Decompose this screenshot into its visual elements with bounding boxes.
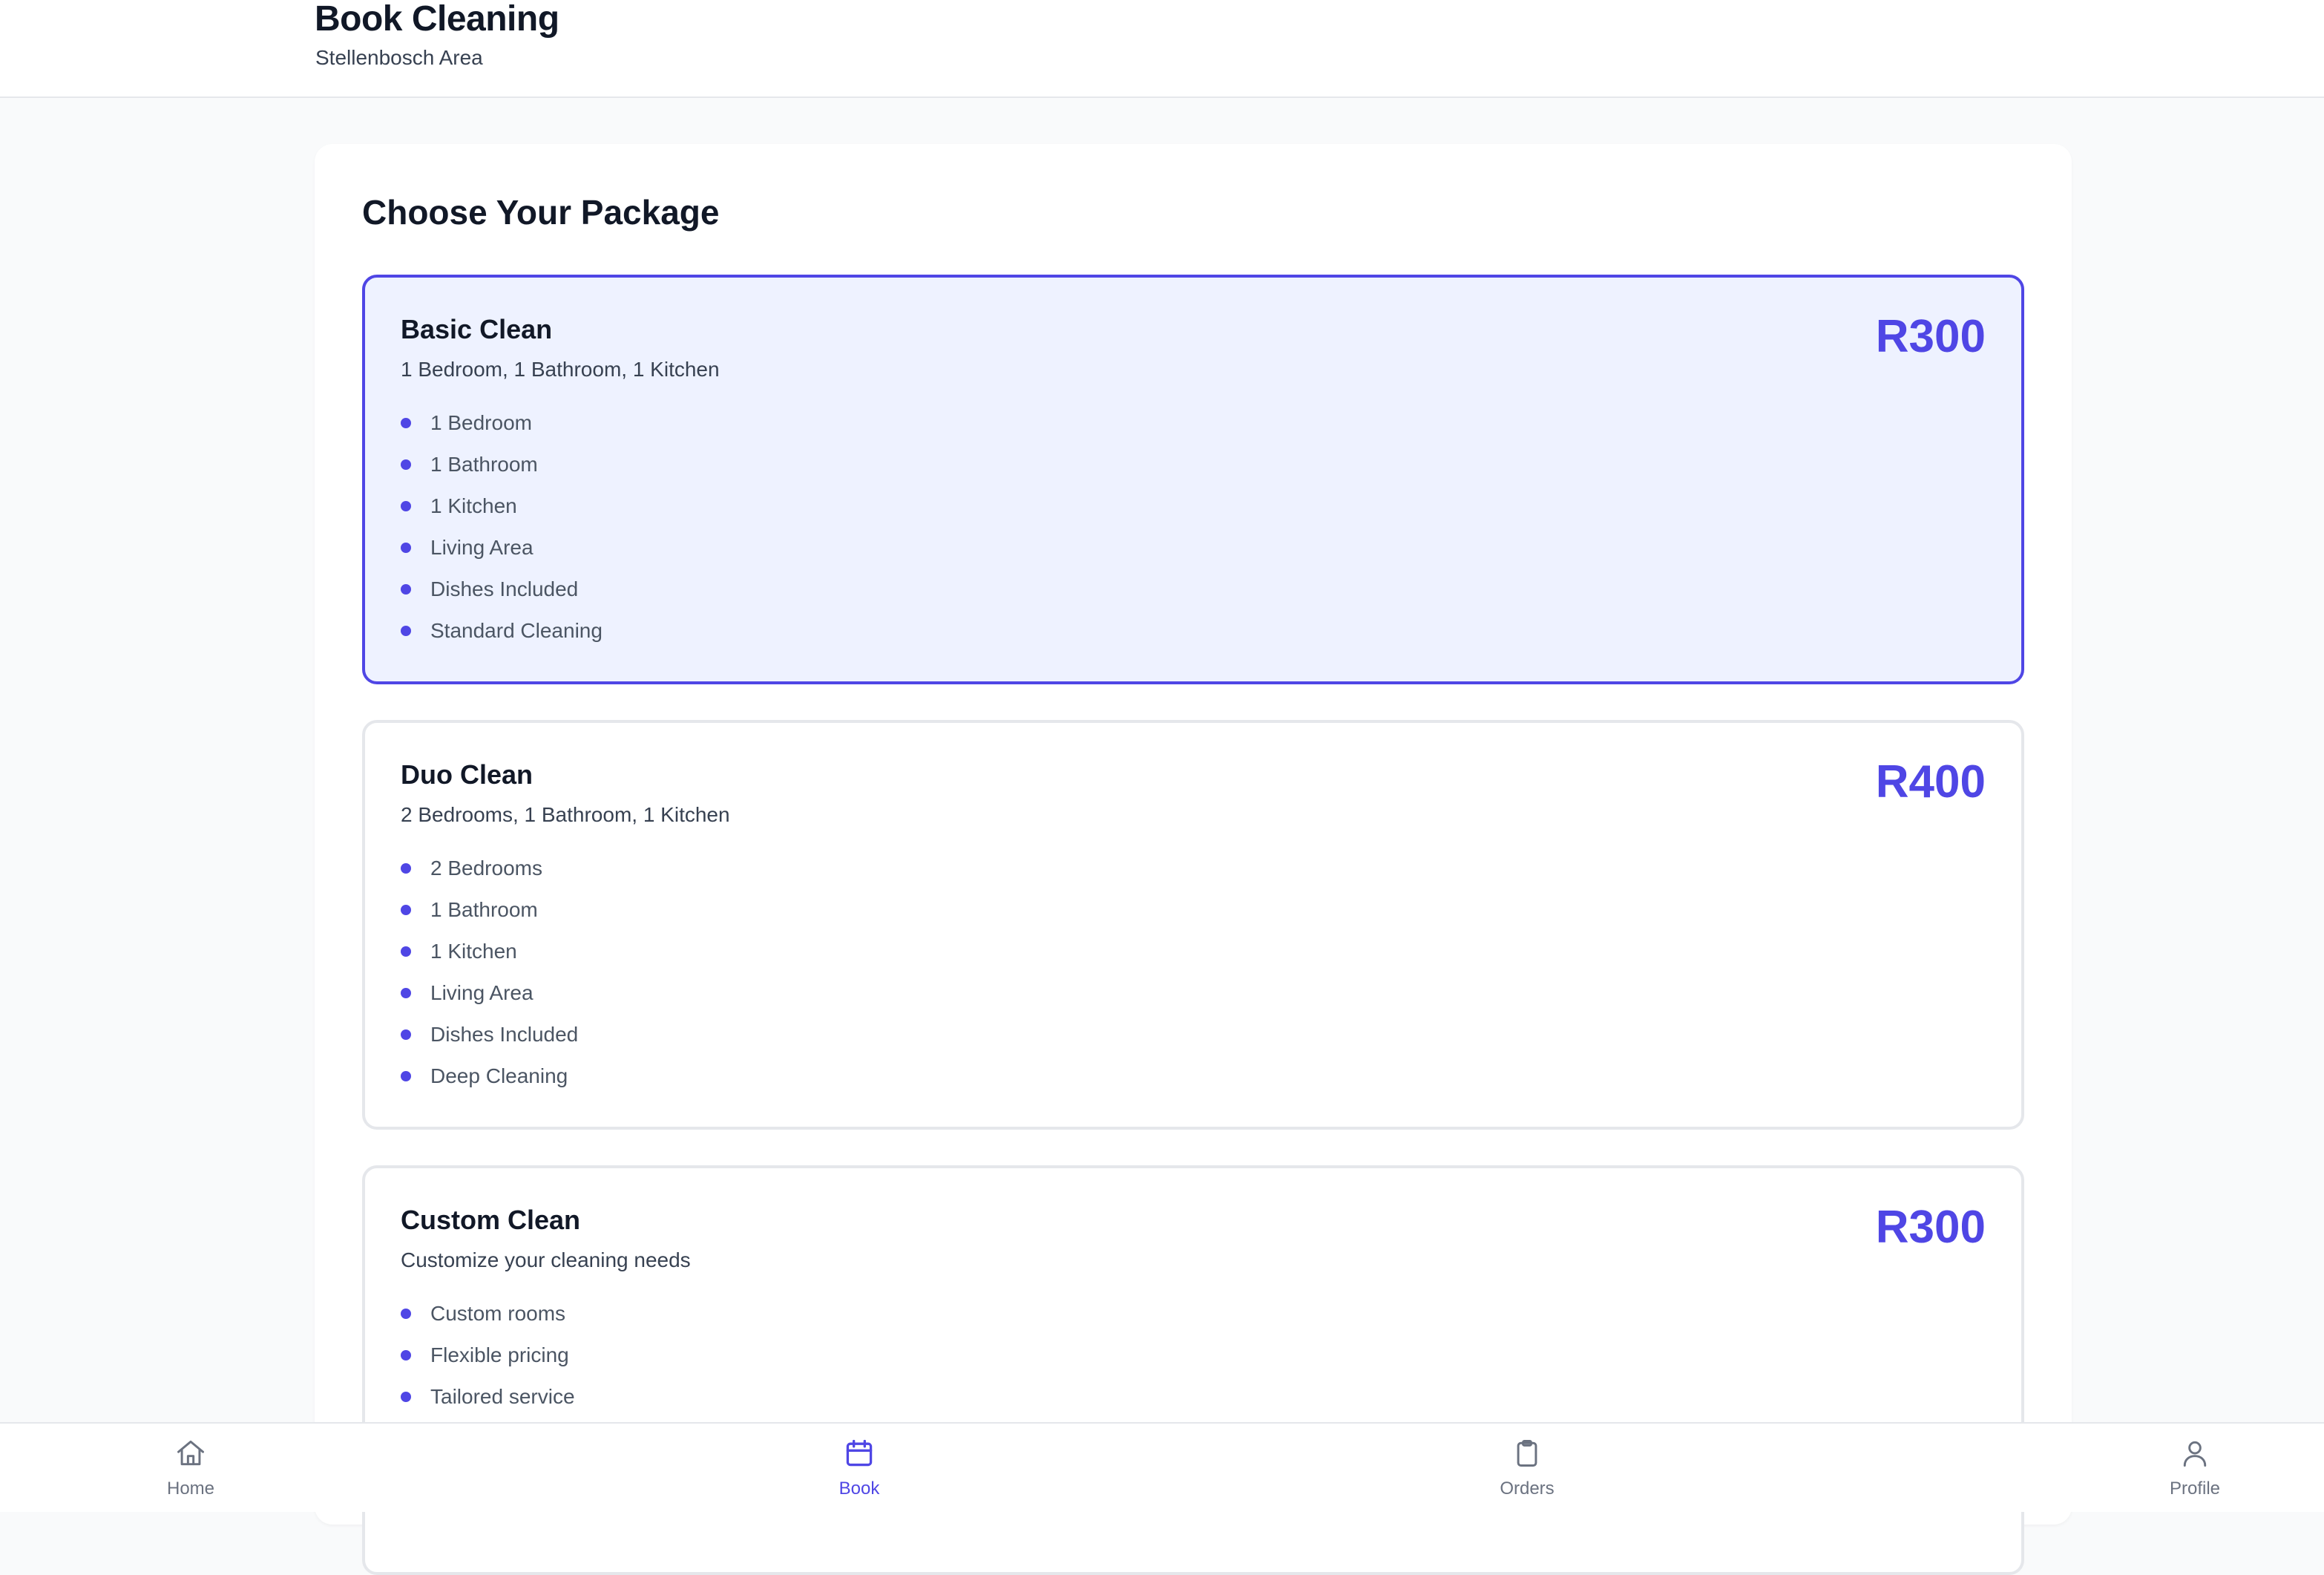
feature-list: 2 Bedrooms 1 Bathroom 1 Kitchen Living A… (401, 848, 578, 1097)
nav-label: Profile (2169, 1479, 2221, 1499)
feature-label: 1 Kitchen (430, 940, 517, 963)
package-price: R400 (1875, 756, 1986, 808)
nav-label: Orders (1500, 1479, 1555, 1499)
user-icon (2183, 1441, 2207, 1467)
feature-label: Living Area (430, 536, 534, 559)
bullet-dot-icon (401, 1309, 411, 1319)
feature-label: Living Area (430, 981, 534, 1004)
bottom-nav: Home Book Orders Profile (0, 1422, 2324, 1512)
bullet-dot-icon (401, 946, 411, 957)
feature-list: 1 Bedroom 1 Bathroom 1 Kitchen Living Ar… (401, 402, 603, 652)
package-card-custom-clean[interactable]: Custom Clean Customize your cleaning nee… (362, 1165, 2024, 1575)
feature-label: Flexible pricing (430, 1343, 569, 1366)
feature-item: 1 Bathroom (401, 444, 603, 485)
package-description: Customize your cleaning needs (401, 1248, 691, 1271)
app-header: Book Cleaning Stellenbosch Area (0, 0, 2324, 98)
bullet-dot-icon (401, 459, 411, 470)
page-title: Book Cleaning (315, 0, 559, 39)
bullet-dot-icon (401, 626, 411, 636)
feature-item: Standard Cleaning (401, 610, 603, 652)
package-name: Custom Clean (401, 1205, 581, 1235)
feature-label: Dishes Included (430, 1023, 579, 1046)
bullet-dot-icon (401, 501, 411, 511)
bullet-dot-icon (401, 988, 411, 998)
feature-list: Custom rooms Flexible pricing Tailored s… (401, 1293, 575, 1418)
feature-label: 1 Bedroom (430, 411, 532, 434)
feature-label: Custom rooms (430, 1302, 566, 1325)
nav-item-orders[interactable]: Orders (1453, 1424, 1601, 1513)
nav-label: Book (838, 1479, 880, 1499)
feature-item: Dishes Included (401, 569, 603, 610)
package-price: R300 (1875, 311, 1986, 362)
feature-item: 1 Kitchen (401, 485, 603, 527)
feature-item: 1 Bathroom (401, 889, 578, 931)
package-name: Basic Clean (401, 314, 553, 344)
feature-item: Deep Cleaning (401, 1055, 578, 1097)
nav-item-profile[interactable]: Profile (2121, 1424, 2269, 1513)
nav-item-home[interactable]: Home (116, 1424, 265, 1513)
feature-label: Standard Cleaning (430, 619, 603, 642)
bullet-dot-icon (401, 863, 411, 874)
area-subtitle: Stellenbosch Area (315, 46, 483, 69)
feature-label: 2 Bedrooms (430, 857, 542, 880)
feature-label: 1 Bathroom (430, 898, 538, 921)
nav-item-book[interactable]: Book (785, 1424, 933, 1513)
home-icon (177, 1440, 204, 1466)
bullet-dot-icon (401, 543, 411, 553)
feature-item: 1 Bedroom (401, 402, 603, 444)
package-description: 2 Bedrooms, 1 Bathroom, 1 Kitchen (401, 803, 730, 826)
bullet-dot-icon (401, 418, 411, 428)
feature-item: Flexible pricing (401, 1335, 575, 1376)
clipboard-icon (1517, 1440, 1537, 1467)
package-name: Duo Clean (401, 759, 534, 790)
feature-label: 1 Bathroom (430, 453, 538, 476)
package-description: 1 Bedroom, 1 Bathroom, 1 Kitchen (401, 358, 720, 381)
feature-label: 1 Kitchen (430, 494, 517, 517)
feature-label: Deep Cleaning (430, 1064, 568, 1087)
feature-item: Custom rooms (401, 1293, 575, 1335)
package-panel: Choose Your Package Basic Clean 1 Bedroo… (315, 144, 2072, 1575)
feature-item: Living Area (401, 527, 603, 569)
feature-item: 2 Bedrooms (401, 848, 578, 889)
package-card-duo-clean[interactable]: Duo Clean 2 Bedrooms, 1 Bathroom, 1 Kitc… (362, 720, 2024, 1130)
package-price: R300 (1875, 1202, 1986, 1253)
feature-item: Dishes Included (401, 1014, 578, 1055)
calendar-icon (846, 1439, 873, 1467)
bullet-dot-icon (401, 1392, 411, 1402)
feature-label: Tailored service (430, 1385, 575, 1408)
package-card-basic-clean[interactable]: Basic Clean 1 Bedroom, 1 Bathroom, 1 Kit… (362, 275, 2024, 684)
bullet-dot-icon (401, 584, 411, 595)
bullet-dot-icon (401, 1071, 411, 1081)
section-title: Choose Your Package (362, 193, 720, 232)
bullet-dot-icon (401, 1029, 411, 1040)
nav-label: Home (166, 1479, 215, 1499)
feature-label: Dishes Included (430, 577, 579, 600)
bullet-dot-icon (401, 1350, 411, 1360)
feature-item: Tailored service (401, 1376, 575, 1418)
feature-item: Living Area (401, 972, 578, 1014)
feature-item: 1 Kitchen (401, 931, 578, 972)
bullet-dot-icon (401, 905, 411, 915)
